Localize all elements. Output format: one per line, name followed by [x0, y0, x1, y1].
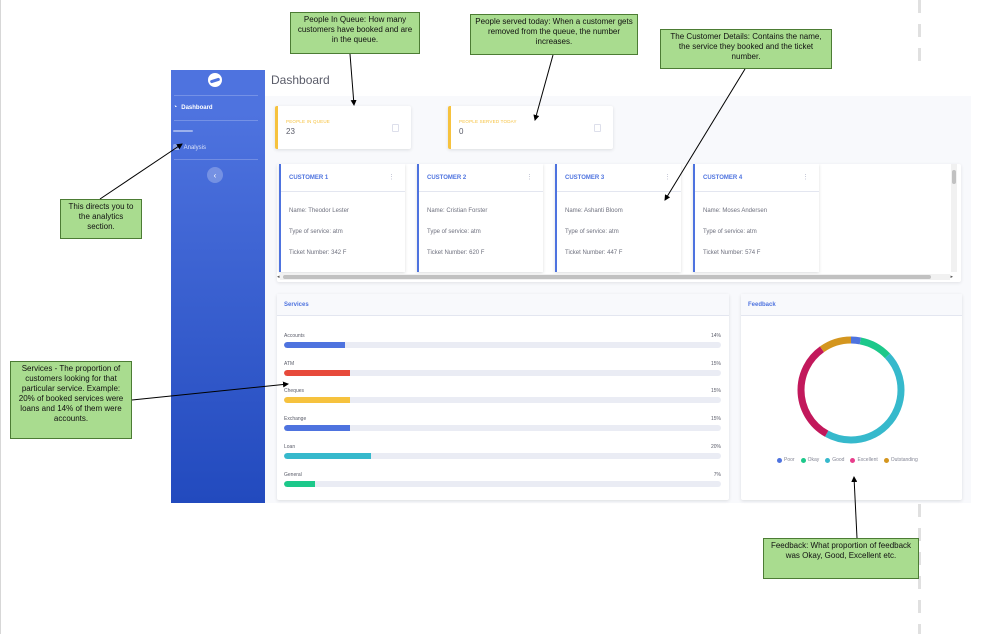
arrow [99, 143, 183, 200]
arrow [349, 53, 357, 106]
arrow [851, 476, 858, 539]
arrow [131, 381, 289, 401]
arrow [533, 54, 554, 121]
screen: ◔ Dashboard ▥ Analysis ‹ Dashboard PEOPL… [0, 0, 1008, 634]
arrow [664, 68, 746, 201]
annotation-arrows [99, 53, 858, 539]
